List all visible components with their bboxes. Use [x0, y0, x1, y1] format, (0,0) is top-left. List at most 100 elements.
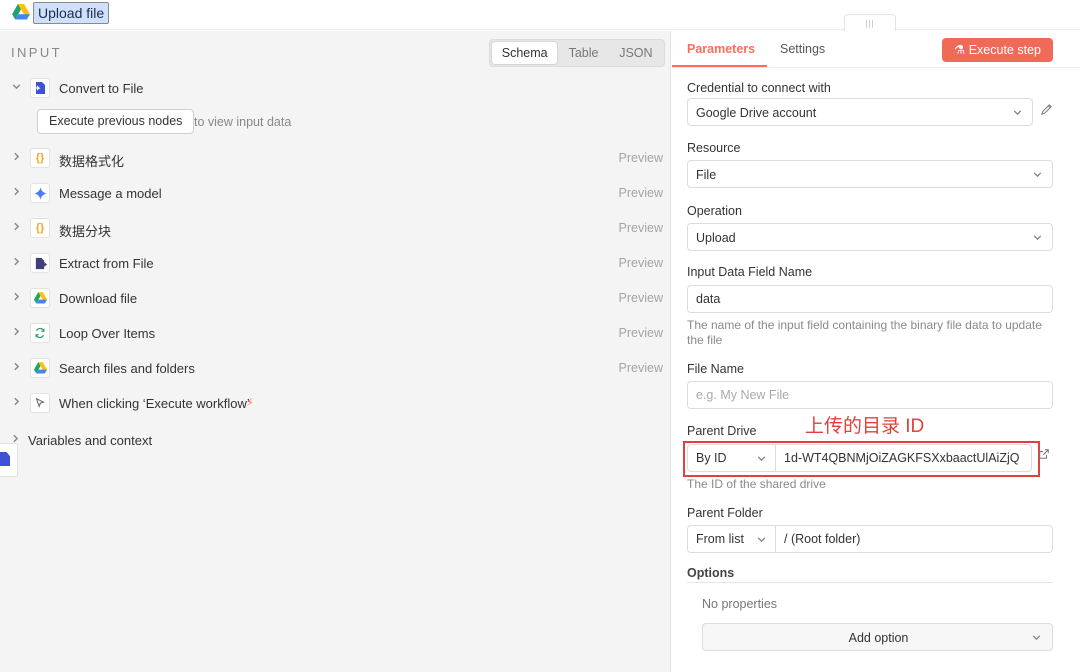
parent-folder-label: Parent Folder	[687, 506, 763, 520]
preview-link[interactable]: Preview	[619, 291, 663, 305]
mode-table[interactable]: Table	[557, 42, 609, 64]
execute-previous-hint: to view input data	[194, 115, 292, 129]
input-panel-title: INPUT	[11, 45, 62, 60]
panel-tabs: Parameters Settings ⚗ Execute step	[672, 31, 1080, 67]
preview-link[interactable]: Preview	[619, 361, 663, 375]
variables-context-row[interactable]: Variables and context	[0, 429, 300, 453]
parent-drive-mode-value: By ID	[696, 451, 727, 465]
cursor-click-icon	[30, 393, 50, 413]
gemini-sparkle-icon	[30, 183, 50, 203]
parent-drive-input[interactable]: By ID 1d-WT4QBNMjOiZAGKFSXxbaactUlAiZjQ	[687, 444, 1032, 472]
node-header: Upload file |||	[0, 0, 1080, 32]
parent-drive-hint: The ID of the shared drive	[687, 477, 826, 491]
google-drive-icon	[12, 4, 30, 22]
mode-json[interactable]: JSON	[610, 42, 662, 64]
chevron-down-icon[interactable]	[10, 81, 22, 95]
parent-folder-input[interactable]: From list / (Root folder)	[687, 525, 1053, 553]
annotation-text: 上传的目录 ID	[805, 416, 925, 437]
input-node-label: Download file	[59, 291, 138, 306]
chevron-right-icon[interactable]	[10, 291, 22, 305]
credential-label: Credential to connect with	[687, 81, 831, 95]
code-braces-icon: {}	[30, 218, 50, 238]
resource-select[interactable]: File	[687, 160, 1053, 188]
loop-arrows-icon	[30, 323, 50, 343]
node-title[interactable]: Upload file	[33, 2, 110, 24]
input-node-row[interactable]: Extract from File Preview	[0, 248, 671, 278]
parent-folder-mode-select[interactable]: From list	[688, 526, 776, 552]
input-node-row[interactable]: {} 数据分块 Preview	[0, 213, 671, 243]
tab-settings[interactable]: Settings	[780, 42, 825, 56]
code-braces-icon: {}	[30, 148, 50, 168]
execute-step-label: Execute step	[968, 43, 1041, 57]
chevron-down-icon	[1031, 631, 1042, 646]
input-node-row[interactable]: Search files and folders Preview	[0, 353, 671, 383]
input-field-name-hint: The name of the input field containing t…	[687, 318, 1042, 347]
execute-step-button[interactable]: ⚗ Execute step	[942, 38, 1053, 62]
file-name-input[interactable]	[687, 381, 1053, 409]
convert-file-icon	[30, 78, 50, 98]
input-field-name-label: Input Data Field Name	[687, 265, 813, 279]
preview-link[interactable]: Preview	[619, 256, 663, 270]
variables-context-label: Variables and context	[28, 433, 153, 448]
input-node-row[interactable]: Download file Preview	[0, 283, 671, 313]
tabs-divider	[672, 67, 1080, 68]
input-node-label: 数据格式化	[59, 154, 125, 169]
preview-link[interactable]: Preview	[619, 151, 663, 165]
preview-link[interactable]: Preview	[619, 326, 663, 340]
chevron-down-icon	[756, 452, 767, 467]
credential-value: Google Drive account	[696, 106, 817, 120]
input-node-row[interactable]: {} 数据格式化 Preview	[0, 143, 671, 173]
input-node-row[interactable]: When clicking ‘Execute workflow’ ⚡	[0, 388, 671, 418]
preview-link[interactable]: Preview	[619, 186, 663, 200]
input-node-label: Loop Over Items	[59, 326, 156, 341]
trigger-bolt-icon: ⚡	[246, 397, 254, 409]
operation-value: Upload	[696, 231, 736, 245]
chevron-right-icon[interactable]	[10, 151, 22, 165]
preview-link[interactable]: Preview	[619, 221, 663, 235]
options-label: Options	[687, 566, 735, 580]
input-node-label: When clicking ‘Execute workflow’	[59, 396, 250, 411]
input-node-label: Convert to File	[59, 81, 144, 96]
chevron-right-icon[interactable]	[10, 326, 22, 340]
input-node-label: 数据分块	[59, 224, 112, 239]
parent-drive-label: Parent Drive	[687, 424, 757, 438]
flask-icon: ⚗	[954, 43, 966, 57]
chevron-down-icon	[1032, 168, 1042, 178]
parent-drive-mode-select[interactable]: By ID	[688, 445, 776, 471]
extract-file-icon	[30, 253, 50, 273]
execute-previous-nodes-button[interactable]: Execute previous nodes	[37, 109, 195, 134]
parameters-panel: Parameters Settings ⚗ Execute step Crede…	[672, 31, 1080, 672]
external-link-icon[interactable]	[1038, 448, 1051, 461]
resource-value: File	[696, 168, 717, 182]
input-field-name-input[interactable]	[687, 285, 1053, 313]
parent-folder-value[interactable]: / (Root folder)	[784, 532, 860, 546]
tab-parameters[interactable]: Parameters	[687, 42, 755, 56]
operation-select[interactable]: Upload	[687, 223, 1053, 251]
input-node-row[interactable]: Loop Over Items Preview	[0, 318, 671, 348]
display-mode-toggle: Schema Table JSON	[489, 39, 665, 67]
input-node-label: Extract from File	[59, 256, 154, 271]
chevron-right-icon[interactable]	[10, 221, 22, 235]
chevron-right-icon[interactable]	[10, 396, 22, 410]
add-option-button[interactable]: Add option	[702, 623, 1053, 651]
panel-drag-handle[interactable]: |||	[844, 14, 896, 32]
mode-schema[interactable]: Schema	[492, 42, 558, 64]
file-icon[interactable]	[0, 443, 18, 477]
parent-folder-mode-value: From list	[696, 532, 744, 546]
chevron-right-icon[interactable]	[10, 186, 22, 200]
chevron-down-icon	[756, 533, 767, 548]
resource-label: Resource	[687, 141, 741, 155]
credential-select[interactable]: Google Drive account	[687, 98, 1033, 126]
input-node-label: Message a model	[59, 186, 162, 201]
input-node-label: Search files and folders	[59, 361, 195, 376]
input-node-row[interactable]: Message a model Preview	[0, 178, 671, 208]
input-node-row[interactable]: Convert to File	[0, 73, 671, 103]
parent-drive-id-value[interactable]: 1d-WT4QBNMjOiZAGKFSXxbaactUlAiZjQ	[784, 451, 1019, 465]
pencil-icon[interactable]	[1040, 103, 1054, 117]
chevron-down-icon	[1012, 106, 1022, 116]
no-properties-text: No properties	[702, 597, 778, 611]
file-name-label: File Name	[687, 362, 744, 376]
chevron-down-icon	[1032, 231, 1042, 241]
chevron-right-icon[interactable]	[10, 361, 22, 375]
chevron-right-icon[interactable]	[10, 256, 22, 270]
